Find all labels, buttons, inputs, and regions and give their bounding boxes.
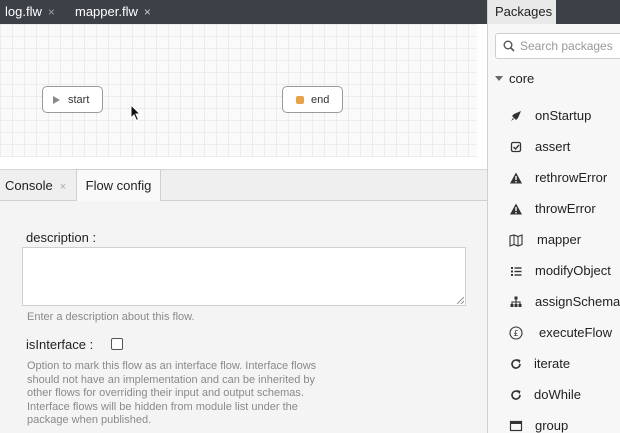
packages-title: Packages <box>488 0 556 24</box>
tab-label: mapper.flw <box>75 4 138 19</box>
end-node[interactable]: end <box>282 86 343 113</box>
package-item-dowhile[interactable]: doWhile <box>488 383 620 407</box>
resize-grip-icon[interactable] <box>457 297 464 304</box>
flow-canvas[interactable]: start end <box>0 24 477 157</box>
node-label: start <box>68 94 90 106</box>
flow-config-panel: description : Enter a description about … <box>0 201 487 433</box>
is-interface-help: Option to mark this flow as an interface… <box>27 360 317 426</box>
is-interface-checkbox[interactable] <box>111 338 123 350</box>
package-item-group[interactable]: group <box>488 414 620 433</box>
package-item-executeflow[interactable]: £ executeFlow <box>488 321 620 345</box>
redo-icon <box>511 390 521 400</box>
sitemap-icon <box>510 296 522 307</box>
package-item-label: modifyObject <box>535 263 611 278</box>
close-icon[interactable]: × <box>48 5 55 19</box>
group-core[interactable]: core <box>488 68 620 90</box>
package-item-label: assert <box>535 139 571 154</box>
description-label: description : <box>26 230 97 245</box>
group-label: core <box>509 71 535 86</box>
close-icon[interactable]: × <box>144 5 151 19</box>
package-item-rethrowerror[interactable]: rethrowError <box>488 166 620 190</box>
package-item-onstartup[interactable]: onStartup <box>488 104 620 128</box>
window-icon <box>509 420 523 432</box>
search-input[interactable] <box>520 38 620 54</box>
description-help: Enter a description about this flow. <box>27 311 195 323</box>
package-item-iterate[interactable]: iterate <box>488 352 620 376</box>
package-item-label: assignSchema <box>535 294 620 309</box>
package-item-modifyobject[interactable]: modifyObject <box>488 259 620 283</box>
play-icon <box>53 96 60 104</box>
search-icon <box>503 40 515 52</box>
node-label: end <box>311 94 330 106</box>
package-item-throwerror[interactable]: throwError <box>488 197 620 221</box>
canvas-margin <box>477 24 487 169</box>
package-item-assignschema[interactable]: assignSchema <box>488 290 620 314</box>
caret-down-icon <box>495 76 503 81</box>
rocket-icon <box>511 111 521 121</box>
packages-panel: Packages core onStartup assert rethrowEr… <box>488 0 620 433</box>
description-textarea[interactable] <box>22 247 466 306</box>
tab-console[interactable]: Console × <box>5 170 66 201</box>
pound-circle-icon: £ <box>509 326 523 340</box>
warning-icon <box>510 203 522 215</box>
list-icon <box>511 267 522 276</box>
bottom-panel-tabs: Console × Flow config <box>0 169 487 201</box>
package-item-label: doWhile <box>534 387 581 402</box>
tab-label: Console <box>5 178 53 193</box>
tab-log-flw[interactable]: log.flw × <box>5 0 55 24</box>
package-item-label: mapper <box>537 232 582 247</box>
package-item-label: executeFlow <box>539 325 612 340</box>
svg-text:£: £ <box>513 329 518 338</box>
tab-label: log.flw <box>5 4 42 19</box>
is-interface-label: isInterface : <box>26 337 94 352</box>
check-square-icon <box>510 141 522 153</box>
redo-icon <box>511 359 521 369</box>
editor-tab-bar: log.flw × mapper.flw × <box>0 0 487 24</box>
package-item-label: throwError <box>535 201 596 216</box>
package-item-assert[interactable]: assert <box>488 135 620 159</box>
mouse-cursor-icon <box>130 104 142 122</box>
package-item-label: iterate <box>534 356 571 371</box>
tab-mapper-flw[interactable]: mapper.flw × <box>75 0 151 24</box>
package-item-label: group <box>535 418 569 433</box>
stop-icon <box>296 96 304 104</box>
package-item-mapper[interactable]: mapper <box>488 228 620 252</box>
package-item-label: rethrowError <box>535 170 608 185</box>
package-item-label: onStartup <box>535 108 592 123</box>
start-node[interactable]: start <box>42 86 103 113</box>
package-search[interactable] <box>495 33 620 59</box>
warning-icon <box>510 172 522 184</box>
tab-flow-config[interactable]: Flow config <box>76 169 161 201</box>
map-icon <box>509 234 523 247</box>
close-icon[interactable]: × <box>60 181 66 193</box>
tab-label: Flow config <box>85 178 152 193</box>
